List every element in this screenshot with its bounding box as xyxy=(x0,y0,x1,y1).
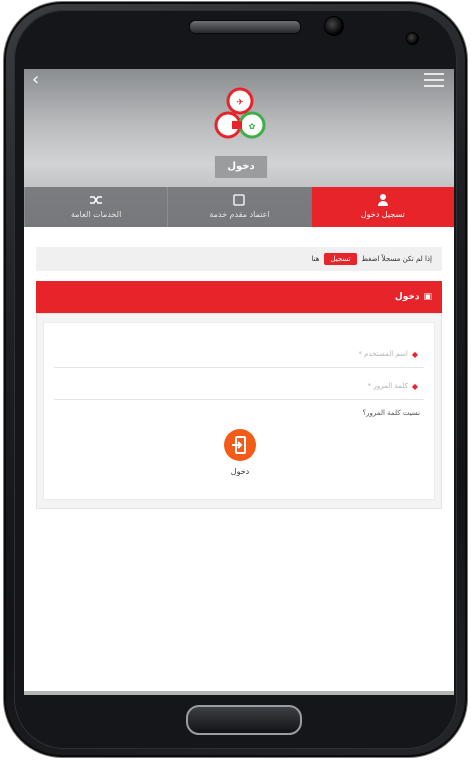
earpiece-speaker xyxy=(189,20,301,34)
tab-provider-accreditation[interactable]: اعتماد مقدم خدمة xyxy=(167,187,311,227)
tab-login[interactable]: تسجيل دخول xyxy=(310,187,454,227)
required-marker: ◆ xyxy=(411,349,418,359)
hamburger-menu-icon[interactable] xyxy=(424,73,444,87)
home-button[interactable] xyxy=(186,705,302,735)
username-field[interactable]: * اسم المستخدم ◆ xyxy=(54,341,424,368)
forgot-password-link[interactable]: نسيت كلمة المرور؟ xyxy=(362,409,420,417)
login-card-title: دخول xyxy=(394,292,420,302)
login-card-icon: ▣ xyxy=(423,292,432,302)
tab-label: اعتماد مقدم خدمة xyxy=(209,210,270,219)
id-card-icon xyxy=(233,194,246,206)
tab-bar: الخدمات العامة اعتماد مقدم خدمة تسجيل دخ… xyxy=(24,187,454,227)
header-banner: ‹ ✈ ✿ دخول الخدمات العامة اعتماد مقدم خد… xyxy=(24,69,454,227)
svg-text:✿: ✿ xyxy=(249,122,256,131)
sign-in-icon xyxy=(232,436,246,454)
login-submit-label: دخول xyxy=(230,467,250,476)
user-icon xyxy=(377,194,388,206)
password-field[interactable]: * كلمة المرور ◆ xyxy=(54,373,424,400)
tab-public-services[interactable]: الخدمات العامة xyxy=(24,187,168,227)
screen-bottom-edge xyxy=(24,691,454,695)
register-button[interactable]: تسجيل xyxy=(324,253,357,265)
login-submit-button[interactable] xyxy=(224,429,256,461)
password-placeholder: * كلمة المرور xyxy=(367,382,408,390)
register-notice: هنا تسجيل إذا لم تكن مسجلاً اضغط xyxy=(36,247,442,271)
app-logo: ✈ ✿ xyxy=(214,87,266,139)
tab-label: تسجيل دخول xyxy=(360,210,405,219)
app-screen: ‹ ✈ ✿ دخول الخدمات العامة اعتماد مقدم خد… xyxy=(24,69,454,691)
chevron-left-icon[interactable]: ‹ xyxy=(32,71,50,89)
login-card: * اسم المستخدم ◆ * كلمة المرور ◆ نسيت كل… xyxy=(36,313,442,509)
required-marker: ◆ xyxy=(411,381,418,391)
username-placeholder: * اسم المستخدم xyxy=(358,350,408,358)
notice-suffix: هنا xyxy=(311,255,320,263)
svg-text:✈: ✈ xyxy=(236,98,244,108)
front-camera xyxy=(324,16,344,36)
login-card-header: دخول ▣ xyxy=(36,281,442,313)
login-form: * اسم المستخدم ◆ * كلمة المرور ◆ نسيت كل… xyxy=(43,322,435,500)
tab-label: الخدمات العامة xyxy=(70,210,122,219)
shuffle-icon xyxy=(90,196,103,204)
notice-text: إذا لم تكن مسجلاً اضغط xyxy=(361,255,432,263)
header-login-button[interactable]: دخول xyxy=(214,155,268,179)
sensor xyxy=(406,32,419,45)
